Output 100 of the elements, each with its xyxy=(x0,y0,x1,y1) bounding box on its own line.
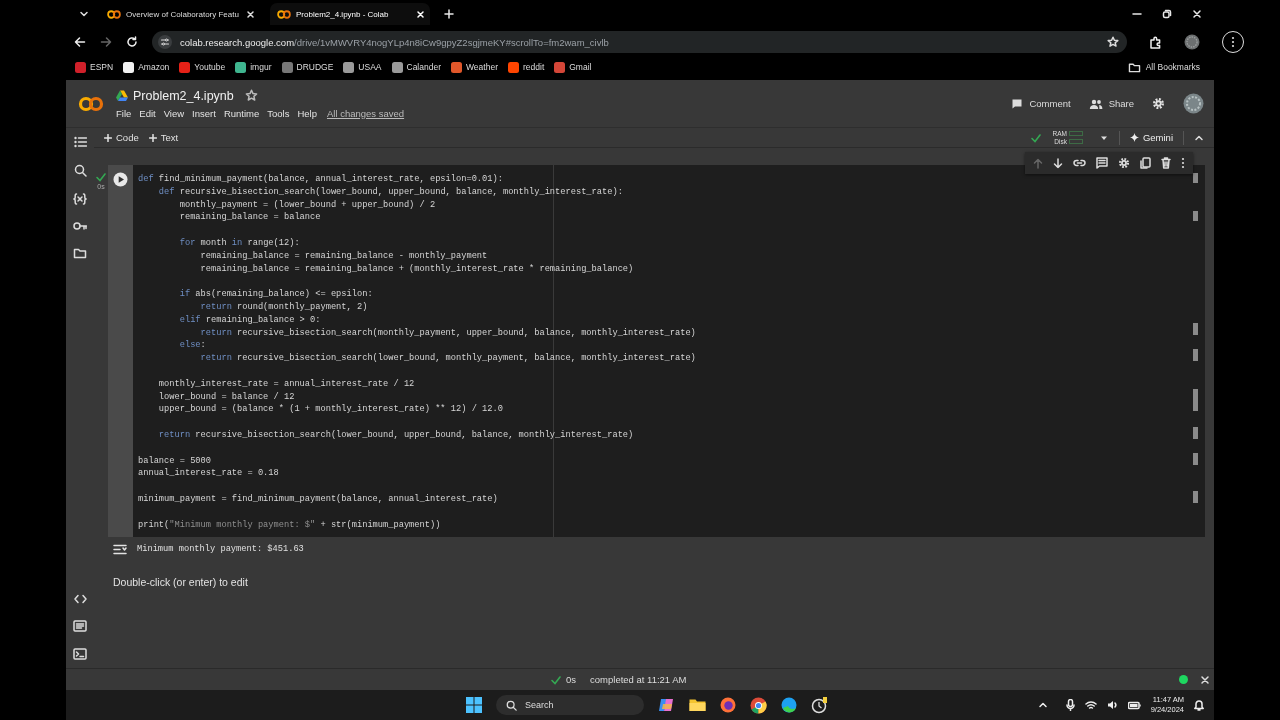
taskbar-search-field[interactable]: Search xyxy=(496,695,644,715)
gemini-button[interactable]: Gemini xyxy=(1129,132,1173,143)
close-icon[interactable] xyxy=(1192,9,1202,19)
file-explorer-icon[interactable] xyxy=(689,698,706,712)
bookmark-favicon-icon xyxy=(75,61,86,73)
bookmark-link[interactable]: Calander xyxy=(391,61,441,73)
show-hidden-icons-icon[interactable] xyxy=(1037,700,1048,710)
microphone-icon[interactable] xyxy=(1065,699,1075,711)
run-cell-icon[interactable] xyxy=(113,172,128,187)
reload-icon[interactable] xyxy=(126,36,138,48)
menu-item[interactable]: Runtime xyxy=(223,107,260,119)
folder-icon[interactable] xyxy=(73,247,87,259)
search-icon[interactable] xyxy=(506,699,517,711)
firefox-icon[interactable] xyxy=(720,697,736,713)
menu-item[interactable]: Tools xyxy=(267,107,290,119)
command-palette-icon[interactable] xyxy=(73,620,87,632)
variables-icon[interactable] xyxy=(73,193,87,205)
connection-dot-icon xyxy=(1179,675,1188,684)
battery-icon[interactable] xyxy=(1127,700,1141,710)
status-check-icon xyxy=(550,673,562,686)
browser-tab[interactable]: Overview of Colaboratory Featu xyxy=(100,3,260,25)
code-snippets-icon[interactable] xyxy=(73,594,87,604)
drive-icon xyxy=(116,90,128,101)
menu-item[interactable]: Edit xyxy=(139,107,156,119)
code-line: return recursive_bisection_search(lower_bound, upper_bound, balance, monthly_interest_rate) xyxy=(157,428,634,442)
notifications-icon[interactable] xyxy=(1194,699,1204,711)
close-icon[interactable] xyxy=(1200,674,1210,685)
scroll-marker xyxy=(1193,173,1198,183)
bookmark-link[interactable]: ESPN xyxy=(75,61,114,73)
menu-item[interactable]: File xyxy=(116,107,132,119)
move-down-icon[interactable] xyxy=(1053,157,1063,169)
code-line: remaining_balance = balance xyxy=(178,211,321,225)
bookmark-favicon-icon xyxy=(123,61,135,73)
bookmark-favicon-icon xyxy=(179,61,191,73)
bookmark-favicon-icon xyxy=(235,61,247,73)
more-options-icon[interactable] xyxy=(1181,157,1185,169)
share-button[interactable]: Share xyxy=(1088,97,1134,110)
windows-start-icon[interactable] xyxy=(466,697,482,713)
code-line: balance = 5000 xyxy=(138,454,211,468)
code-line: return recursive_bisection_search(lower_bound, monthly_payment, balance, monthly_interest_rate) xyxy=(199,352,696,365)
wifi-icon[interactable] xyxy=(1084,700,1097,710)
bookmark-link[interactable]: DRUDGE xyxy=(281,61,334,73)
menu-item[interactable]: Insert xyxy=(192,107,216,119)
code-line: remaining_balance = remaining_balance + (monthly_interest_rate * remaining_balance) xyxy=(199,262,634,276)
terminal-icon[interactable] xyxy=(73,648,87,660)
bookmark-star-icon[interactable] xyxy=(1107,36,1119,48)
bookmark-link[interactable]: imgur xyxy=(235,61,272,73)
address-bar[interactable]: colab.research.google.com/drive/1vMWVRY4nogYLp4n8iCw9gpyZ2sgjmeKY#scrollTo=fm2wam_civlb xyxy=(152,31,1127,53)
scroll-marker xyxy=(1193,211,1198,221)
menu-item[interactable]: Help xyxy=(297,107,317,119)
bookmark-link[interactable]: reddit xyxy=(508,61,545,73)
edge-icon[interactable] xyxy=(781,697,797,713)
site-info-icon[interactable] xyxy=(158,35,172,49)
star-icon[interactable] xyxy=(244,89,258,102)
menu-item[interactable]: View xyxy=(163,107,185,119)
bookmark-link[interactable]: Weather xyxy=(451,61,498,73)
code-line: return round(monthly_payment, 2) xyxy=(199,300,368,314)
back-icon[interactable] xyxy=(74,36,86,48)
profile-avatar-icon[interactable] xyxy=(1184,34,1200,50)
code-line: print("Minimum monthly payment: $" + str(minimum_payment)) xyxy=(138,518,441,532)
scroll-marker xyxy=(1193,323,1198,335)
code-line: elif remaining_balance > 0: xyxy=(178,313,321,327)
save-status-link[interactable]: All changes saved xyxy=(327,107,405,119)
puzzle-icon[interactable] xyxy=(1149,35,1162,49)
browser-tab[interactable]: Problem2_4.ipynb - Colab xyxy=(270,3,430,25)
speaker-icon[interactable] xyxy=(1106,700,1118,710)
delete-icon[interactable] xyxy=(1161,157,1171,169)
account-avatar-icon[interactable] xyxy=(1183,93,1204,114)
link-icon[interactable] xyxy=(1073,159,1086,167)
copilot-icon[interactable] xyxy=(658,697,675,713)
search-icon[interactable] xyxy=(73,164,87,177)
plus-icon xyxy=(148,133,157,142)
bookmark-link[interactable]: Gmail xyxy=(554,61,592,73)
settings-icon[interactable] xyxy=(1152,97,1165,110)
bookmark-favicon-icon xyxy=(508,61,519,73)
all-bookmarks-button[interactable]: All Bookmarks xyxy=(1127,61,1200,73)
people-icon xyxy=(1088,97,1103,110)
bookmark-link[interactable]: Youtube xyxy=(179,61,226,73)
mirror-cell-icon[interactable] xyxy=(1140,157,1151,169)
close-icon[interactable] xyxy=(246,9,255,19)
comment-button[interactable]: Comment xyxy=(1011,97,1071,110)
folder-icon[interactable] xyxy=(1127,61,1141,73)
app-icon[interactable] xyxy=(811,696,828,714)
colab-logo-icon xyxy=(78,95,104,112)
settings-icon[interactable] xyxy=(1118,157,1130,169)
new-tab-icon[interactable] xyxy=(444,9,454,19)
restore-icon[interactable] xyxy=(1162,9,1172,19)
key-icon[interactable] xyxy=(73,221,87,231)
comment-icon[interactable] xyxy=(1096,157,1108,169)
table-of-contents-icon[interactable] xyxy=(73,136,87,148)
bookmark-link[interactable]: Amazon xyxy=(123,61,170,73)
output-toggle-icon[interactable] xyxy=(113,543,127,555)
bookmark-link[interactable]: USAA xyxy=(343,61,382,73)
forward-icon[interactable] xyxy=(100,36,112,48)
code-line: annual_interest_rate = 0.18 xyxy=(138,467,279,481)
add-cell-button[interactable]: Text xyxy=(148,132,179,143)
chrome-icon[interactable] xyxy=(750,696,767,714)
code-line: def find_minimum_payment(balance, annual_interest_rate, epsilon=0.01): xyxy=(138,173,503,186)
notebook-title[interactable]: Problem2_4.ipynb xyxy=(133,88,234,103)
add-cell-button[interactable]: Code xyxy=(104,132,139,143)
